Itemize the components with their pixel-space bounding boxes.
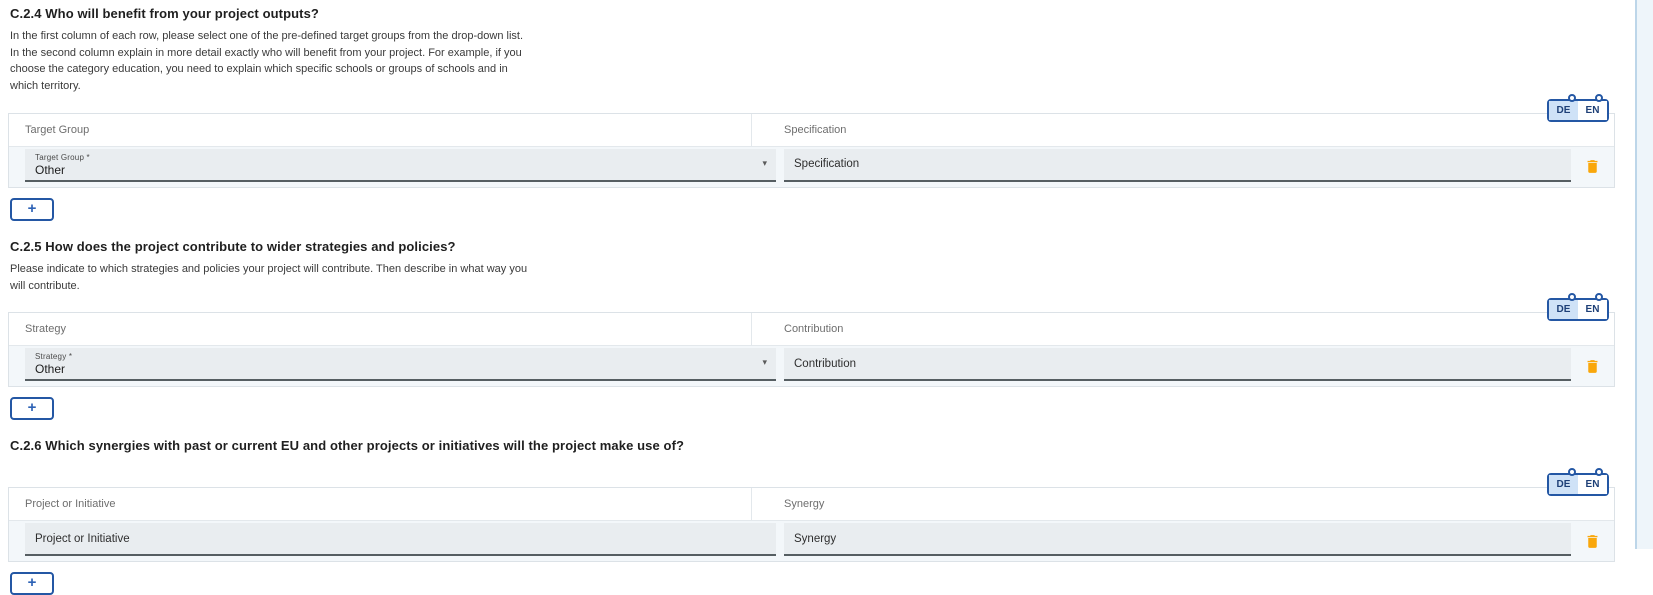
select-value: Other <box>35 362 752 376</box>
select-floating-label: Strategy * <box>35 352 752 361</box>
delete-row-button[interactable] <box>1579 153 1607 181</box>
synergy-table: Project or Initiative Synergy <box>8 487 1615 562</box>
section-c25: C.2.5 How does the project contribute to… <box>8 239 1615 420</box>
target-group-cell: Target Group * Other ▾ <box>25 147 776 187</box>
chevron-down-icon: ▾ <box>762 358 767 367</box>
column-header-project-or-initiative: Project or Initiative <box>9 488 752 520</box>
section-description: Please indicate to which strategies and … <box>10 261 534 294</box>
select-value: Other <box>35 163 752 177</box>
lang-de-button[interactable]: DE <box>1549 300 1578 319</box>
translation-status-badge-en <box>1595 94 1603 102</box>
add-row-button[interactable]: + <box>10 198 54 221</box>
synergy-input[interactable] <box>784 523 1571 556</box>
delete-row-button[interactable] <box>1579 527 1607 555</box>
lang-en-button[interactable]: EN <box>1578 475 1607 494</box>
section-c24: C.2.4 Who will benefit from your project… <box>8 6 1615 221</box>
row-actions <box>1571 521 1614 561</box>
target-group-table-wrap: DE EN Target Group Specification Target … <box>8 113 1615 188</box>
add-row-button[interactable]: + <box>10 397 54 420</box>
table-row <box>9 521 1614 561</box>
language-toggle[interactable]: DE EN <box>1547 99 1609 122</box>
trash-icon <box>1584 358 1601 375</box>
project-or-initiative-input[interactable] <box>25 523 776 556</box>
section-description: In the first column of each row, please … <box>10 28 534 95</box>
add-row-button[interactable]: + <box>10 572 54 595</box>
lang-en-button[interactable]: EN <box>1578 101 1607 120</box>
strategy-select[interactable]: Strategy * Other ▾ <box>25 348 776 381</box>
table-header: Strategy Contribution <box>9 313 1614 346</box>
project-or-initiative-cell <box>25 521 776 561</box>
column-header-synergy: Synergy <box>752 488 1614 520</box>
strategy-table-wrap: DE EN Strategy Contribution Strategy * O… <box>8 312 1615 387</box>
specification-input[interactable] <box>784 149 1571 182</box>
target-group-table: Target Group Specification Target Group … <box>8 113 1615 188</box>
synergy-table-wrap: DE EN Project or Initiative Synergy <box>8 487 1615 562</box>
delete-row-button[interactable] <box>1579 352 1607 380</box>
contribution-input[interactable] <box>784 348 1571 381</box>
section-title: C.2.6 Which synergies with past or curre… <box>10 438 1615 453</box>
column-header-contribution: Contribution <box>752 313 1614 345</box>
contribution-cell <box>784 346 1571 386</box>
trash-icon <box>1584 533 1601 550</box>
right-panel-edge <box>1635 0 1653 549</box>
table-row: Target Group * Other ▾ <box>9 147 1614 187</box>
form-content: C.2.4 Who will benefit from your project… <box>8 6 1615 595</box>
section-title: C.2.5 How does the project contribute to… <box>10 239 1615 254</box>
language-toggle[interactable]: DE EN <box>1547 473 1609 496</box>
column-header-specification: Specification <box>752 114 1614 146</box>
translation-status-badge-de <box>1568 94 1576 102</box>
table-row: Strategy * Other ▾ <box>9 346 1614 386</box>
lang-de-button[interactable]: DE <box>1549 475 1578 494</box>
column-header-strategy: Strategy <box>9 313 752 345</box>
row-actions <box>1571 346 1614 386</box>
synergy-cell <box>784 521 1571 561</box>
lang-en-button[interactable]: EN <box>1578 300 1607 319</box>
lang-de-button[interactable]: DE <box>1549 101 1578 120</box>
language-toggle[interactable]: DE EN <box>1547 298 1609 321</box>
target-group-select[interactable]: Target Group * Other ▾ <box>25 149 776 182</box>
specification-cell <box>784 147 1571 187</box>
table-header: Project or Initiative Synergy <box>9 488 1614 521</box>
section-c26: C.2.6 Which synergies with past or curre… <box>8 438 1615 595</box>
row-actions <box>1571 147 1614 187</box>
select-floating-label: Target Group * <box>35 153 752 162</box>
column-header-target-group: Target Group <box>9 114 752 146</box>
section-title: C.2.4 Who will benefit from your project… <box>10 6 1615 21</box>
strategy-cell: Strategy * Other ▾ <box>25 346 776 386</box>
table-header: Target Group Specification <box>9 114 1614 147</box>
strategy-table: Strategy Contribution Strategy * Other ▾ <box>8 312 1615 387</box>
trash-icon <box>1584 158 1601 175</box>
chevron-down-icon: ▾ <box>762 159 767 168</box>
